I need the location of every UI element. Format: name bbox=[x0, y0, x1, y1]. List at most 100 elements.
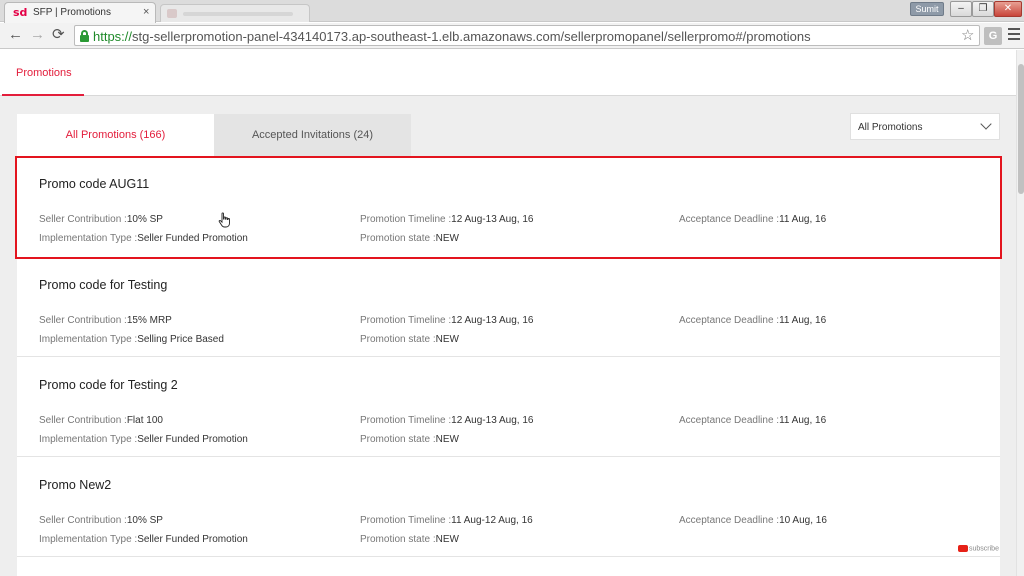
lock-icon bbox=[80, 30, 89, 42]
acceptance-deadline: Acceptance Deadline :11 Aug, 16 bbox=[679, 315, 826, 326]
tab-close-icon[interactable]: × bbox=[143, 6, 149, 18]
field-value: 11 Aug, 16 bbox=[779, 315, 827, 326]
promotion-card-selected[interactable]: Promo code AUG11 Seller Contribution :10… bbox=[15, 156, 1002, 259]
field-value: NEW bbox=[435, 534, 459, 545]
field-label: Promotion Timeline : bbox=[360, 415, 452, 426]
promotion-timeline: Promotion Timeline :12 Aug-13 Aug, 16 bbox=[360, 415, 533, 426]
field-value: 10 Aug, 16 bbox=[779, 515, 827, 526]
promotion-title: Promo code AUG11 bbox=[39, 177, 150, 191]
hamburger-menu-icon[interactable] bbox=[1008, 28, 1020, 42]
field-label: Acceptance Deadline : bbox=[679, 315, 780, 326]
browser-toolbar: ← → ⟳ https://stg-sellerpromotion-panel-… bbox=[0, 23, 1024, 49]
promotion-state: Promotion state :NEW bbox=[360, 233, 459, 244]
tab-accepted-invitations[interactable]: Accepted Invitations (24) bbox=[214, 114, 411, 156]
field-label: Acceptance Deadline : bbox=[679, 515, 780, 526]
field-value: 10% SP bbox=[126, 515, 163, 526]
seller-contribution: Seller Contribution :Flat 100 bbox=[39, 415, 163, 426]
promotion-timeline: Promotion Timeline :12 Aug-13 Aug, 16 bbox=[360, 315, 533, 326]
field-label: Promotion Timeline : bbox=[360, 214, 452, 225]
chevron-down-icon bbox=[980, 118, 992, 130]
restore-button[interactable]: ❐ bbox=[972, 1, 994, 17]
page-viewport: Promotions All Promotions (166) Accepted… bbox=[0, 50, 1016, 576]
field-value: 10% SP bbox=[126, 214, 163, 225]
field-label: Promotion state : bbox=[360, 434, 436, 445]
forward-arrow-icon[interactable]: → bbox=[30, 26, 45, 44]
promotion-state: Promotion state :NEW bbox=[360, 534, 459, 545]
address-bar[interactable]: https://stg-sellerpromotion-panel-434140… bbox=[74, 25, 980, 46]
field-label: Acceptance Deadline : bbox=[679, 415, 780, 426]
implementation-type: Implementation Type :Selling Price Based bbox=[39, 334, 224, 345]
field-value: 11 Aug, 16 bbox=[779, 214, 827, 225]
browser-tab-active[interactable]: sd SFP | Promotions × bbox=[4, 2, 156, 23]
field-label: Promotion state : bbox=[360, 334, 436, 345]
field-label: Seller Contribution : bbox=[39, 415, 127, 426]
field-label: Promotion Timeline : bbox=[360, 315, 452, 326]
youtube-logo-icon bbox=[958, 545, 968, 552]
field-label: Implementation Type : bbox=[39, 434, 138, 445]
field-label: Acceptance Deadline : bbox=[679, 214, 780, 225]
field-value: 12 Aug-13 Aug, 16 bbox=[451, 214, 534, 225]
implementation-type: Implementation Type :Seller Funded Promo… bbox=[39, 534, 248, 545]
nav-tab-promotions[interactable]: Promotions bbox=[2, 50, 84, 96]
field-label: Implementation Type : bbox=[39, 334, 138, 345]
promotion-title: Promo code for Testing bbox=[39, 278, 168, 292]
field-value: 12 Aug-13 Aug, 16 bbox=[451, 315, 534, 326]
window-close-button[interactable]: ✕ bbox=[994, 1, 1022, 17]
field-label: Promotion state : bbox=[360, 233, 436, 244]
tab-title-placeholder bbox=[183, 12, 293, 16]
seller-contribution: Seller Contribution :10% SP bbox=[39, 214, 163, 225]
browser-tab-inactive[interactable] bbox=[160, 4, 310, 22]
field-label: Implementation Type : bbox=[39, 233, 138, 244]
filter-selected-value: All Promotions bbox=[858, 122, 923, 133]
acceptance-deadline: Acceptance Deadline :11 Aug, 16 bbox=[679, 415, 826, 426]
nav-tab-promotions-label: Promotions bbox=[16, 67, 72, 79]
promotion-list: Promo code AUG11 Seller Contribution :10… bbox=[15, 156, 1002, 576]
hand-cursor-icon bbox=[218, 212, 230, 228]
field-label: Seller Contribution : bbox=[39, 515, 127, 526]
promotion-card[interactable]: Promo New2 Seller Contribution :10% SP I… bbox=[17, 457, 1000, 557]
reload-icon[interactable]: ⟳ bbox=[52, 26, 65, 44]
back-arrow-icon[interactable]: ← bbox=[8, 26, 23, 44]
page-scrollbar[interactable] bbox=[1016, 50, 1024, 576]
url-path: stg-sellerpromotion-panel-434140173.ap-s… bbox=[132, 29, 811, 44]
promotion-filter-dropdown[interactable]: All Promotions bbox=[850, 113, 1000, 140]
field-value: NEW bbox=[435, 233, 459, 244]
bookmark-star-icon[interactable]: ☆ bbox=[961, 26, 974, 44]
field-value: Selling Price Based bbox=[137, 334, 224, 345]
field-label: Promotion state : bbox=[360, 534, 436, 545]
promotion-card[interactable]: Promo code for Testing Seller Contributi… bbox=[17, 257, 1000, 357]
field-value: Flat 100 bbox=[126, 415, 163, 426]
extension-icon[interactable]: G bbox=[984, 27, 1002, 45]
profile-badge[interactable]: Sumit bbox=[910, 2, 944, 16]
field-value: Seller Funded Promotion bbox=[137, 434, 248, 445]
field-value: Seller Funded Promotion bbox=[137, 534, 248, 545]
promotion-tabs: All Promotions (166) Accepted Invitation… bbox=[17, 114, 412, 156]
promotion-state: Promotion state :NEW bbox=[360, 434, 459, 445]
subscribe-label: subscribe bbox=[969, 545, 999, 553]
tab-favicon-icon bbox=[167, 9, 177, 18]
tab-all-promotions[interactable]: All Promotions (166) bbox=[17, 114, 214, 156]
field-label: Seller Contribution : bbox=[39, 214, 127, 225]
field-value: 12 Aug-13 Aug, 16 bbox=[451, 415, 534, 426]
promotion-state: Promotion state :NEW bbox=[360, 334, 459, 345]
acceptance-deadline: Acceptance Deadline :10 Aug, 16 bbox=[679, 515, 827, 526]
field-value: 11 Aug, 16 bbox=[779, 415, 827, 426]
subscribe-watermark: subscribe bbox=[958, 545, 999, 555]
promotion-timeline: Promotion Timeline :12 Aug-13 Aug, 16 bbox=[360, 214, 533, 225]
site-favicon-icon: sd bbox=[13, 6, 28, 19]
promotion-timeline: Promotion Timeline :11 Aug-12 Aug, 16 bbox=[360, 515, 533, 526]
promotion-card[interactable]: Promo code for Testing 2 Seller Contribu… bbox=[17, 357, 1000, 457]
field-value: NEW bbox=[435, 334, 459, 345]
url-scheme: https:// bbox=[93, 29, 133, 44]
top-navigation: Promotions bbox=[0, 50, 1016, 96]
url-text[interactable]: https://stg-sellerpromotion-panel-434140… bbox=[93, 29, 811, 44]
implementation-type: Implementation Type :Seller Funded Promo… bbox=[39, 434, 248, 445]
field-value: 11 Aug-12 Aug, 16 bbox=[451, 515, 533, 526]
promotion-title: Promo code for Testing 2 bbox=[39, 378, 178, 392]
field-label: Promotion Timeline : bbox=[360, 515, 452, 526]
seller-contribution: Seller Contribution :15% MRP bbox=[39, 315, 172, 326]
promotion-title: Promo New2 bbox=[39, 478, 112, 492]
field-value: NEW bbox=[435, 434, 459, 445]
minimize-button[interactable]: – bbox=[950, 1, 972, 17]
scrollbar-thumb[interactable] bbox=[1018, 64, 1024, 194]
